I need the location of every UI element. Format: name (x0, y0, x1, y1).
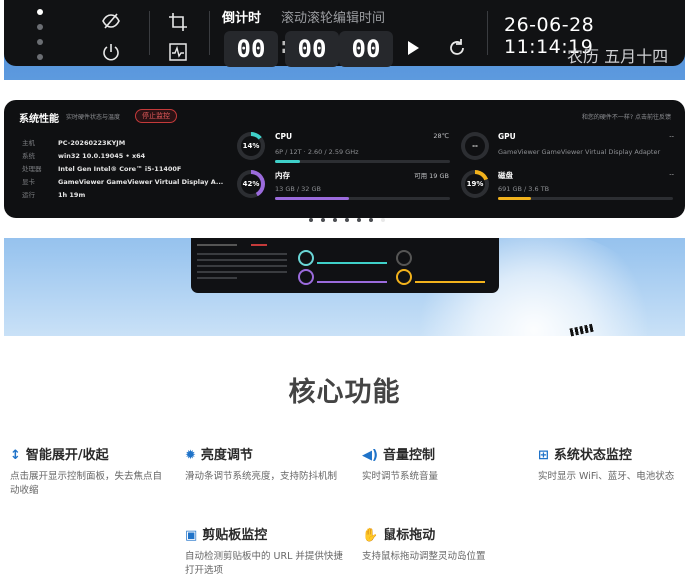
feature-desc: 实时调节系统音量 (362, 471, 439, 482)
indicator-dot[interactable] (37, 39, 43, 45)
disk-label: 磁盘 (498, 171, 513, 180)
feature-title: 智能展开/收起 (25, 448, 109, 463)
minutes-field[interactable]: 00 (285, 31, 339, 67)
cpu-ring-gauge: 14% (237, 132, 265, 160)
feature-desc: 点击展开显示控制面板，失去焦点自动收缩 (10, 471, 163, 496)
memory-label: 内存 (275, 171, 290, 180)
feedback-link[interactable]: 和您的硬件不一样? 点击前往反馈 (582, 112, 671, 121)
memory-detail: 13 GB / 32 GB (275, 185, 321, 193)
carousel-dot[interactable] (345, 218, 349, 222)
memory-usage-bar (275, 197, 450, 200)
activity-icon[interactable] (166, 42, 190, 66)
gpu-temp: -- (669, 132, 674, 140)
disk-usage-bar (498, 197, 673, 200)
indicator-dot[interactable] (37, 9, 43, 15)
carousel-dot[interactable] (357, 218, 361, 222)
disk-detail: 691 GB / 3.6 TB (498, 185, 550, 193)
feature-title: 鼠标拖动 (383, 528, 436, 543)
hand-icon: ✋ (362, 528, 379, 543)
feature-card: ✋ 鼠标拖动 支持鼠标拖动调整灵动岛位置 (362, 524, 522, 564)
cpu-temp: 28℃ (433, 132, 449, 140)
memory-ring-gauge: 42% (237, 170, 265, 198)
carousel-dot[interactable] (321, 218, 325, 222)
cpu-usage-bar (275, 160, 450, 163)
cpu-detail: 6P / 12T · 2.60 / 2.59 GHz (275, 148, 359, 156)
disk-ring-gauge: 19% (461, 170, 489, 198)
feature-desc: 支持鼠标拖动调整灵动岛位置 (362, 551, 486, 562)
panel-title: 系统性能 (19, 114, 59, 125)
volume-icon: ◀) (362, 448, 378, 463)
feature-title: 音量控制 (382, 448, 435, 463)
lunar-date: 农历 五月十四 (567, 47, 669, 66)
feature-title: 系统状态监控 (553, 448, 632, 463)
indicator-dot[interactable] (37, 54, 43, 60)
feature-card: ▣ 剪贴板监控 自动检测剪贴板中的 URL 并提供快捷打开选项 (185, 524, 345, 578)
stop-monitor-button[interactable]: 停止监控 (135, 109, 177, 123)
carousel-dots[interactable] (309, 207, 393, 226)
panel-subtitle: 实时硬件状态与温度 (66, 114, 121, 121)
carousel-dot[interactable] (333, 218, 337, 222)
hours-field[interactable]: 00 (224, 31, 278, 67)
feature-desc: 滑动条调节系统亮度，支持防抖机制 (185, 471, 338, 482)
mini-panel-preview (191, 238, 499, 293)
dynamic-island-bar[interactable]: 倒计时 滚动滚轮编辑时间 00 : 00 : 00 26-06-28 11:14… (4, 0, 685, 69)
refresh-icon[interactable] (445, 38, 469, 62)
feature-card: ⊞ 系统状态监控 实时显示 WiFi、蓝牙、电池状态 (538, 444, 689, 484)
clipboard-icon: ▣ (185, 528, 198, 543)
network-icon: ⊞ (538, 448, 549, 463)
feature-card: ↕ 智能展开/收起 点击展开显示控制面板，失去焦点自动收缩 (10, 444, 170, 498)
section-heading: 核心功能 (288, 377, 401, 408)
carousel-dot[interactable] (381, 218, 385, 222)
divider (149, 11, 150, 55)
feature-card: ◀) 音量控制 实时调节系统音量 (362, 444, 522, 484)
feature-desc: 实时显示 WiFi、蓝牙、电池状态 (538, 471, 675, 482)
countdown-hint: 滚动滚轮编辑时间 (281, 11, 386, 26)
power-icon[interactable] (99, 42, 123, 66)
eye-slash-icon[interactable] (99, 12, 123, 34)
crop-icon[interactable] (166, 12, 190, 36)
seconds-field[interactable]: 00 (339, 31, 393, 67)
carousel-dot[interactable] (309, 218, 313, 222)
sys-info-row: 显卡 GameViewer GameViewer Virtual Display … (22, 178, 224, 186)
feature-title: 剪贴板监控 (202, 528, 268, 543)
gpu-detail: GameViewer GameViewer Virtual Display Ad… (498, 148, 661, 156)
countdown-label: 倒计时 (222, 11, 262, 26)
carousel-dot[interactable] (369, 218, 373, 222)
divider (209, 11, 210, 55)
sys-info-row: 主机 PC-20260223KYJM (22, 139, 126, 147)
gpu-label: GPU (498, 132, 516, 141)
feature-card: ✹ 亮度调节 滑动条调节系统亮度，支持防抖机制 (185, 444, 345, 484)
play-icon[interactable] (401, 39, 425, 61)
expand-icon: ↕ (10, 448, 21, 463)
sys-info-row: 系统 win32 10.0.19045 • x64 (22, 152, 146, 160)
page-indicator[interactable] (37, 9, 43, 69)
feature-title: 亮度调节 (200, 448, 253, 463)
divider (487, 11, 488, 55)
sys-info-row: 运行 1h 19m (22, 191, 86, 199)
system-performance-panel: 系统性能 实时硬件状态与温度 停止监控 和您的硬件不一样? 点击前往反馈 主机 P… (4, 100, 685, 218)
memory-available: 可用 19 GB (414, 172, 449, 180)
gpu-ring-gauge: -- (461, 132, 489, 160)
indicator-dot[interactable] (37, 24, 43, 30)
cpu-label: CPU (275, 132, 293, 141)
sys-info-row: 处理器 Intel Gen Intel® Core™ i5-11400F (22, 165, 182, 173)
feature-desc: 自动检测剪贴板中的 URL 并提供快捷打开选项 (185, 551, 343, 576)
disk-temp: -- (669, 170, 674, 178)
sun-icon: ✹ (185, 448, 196, 463)
